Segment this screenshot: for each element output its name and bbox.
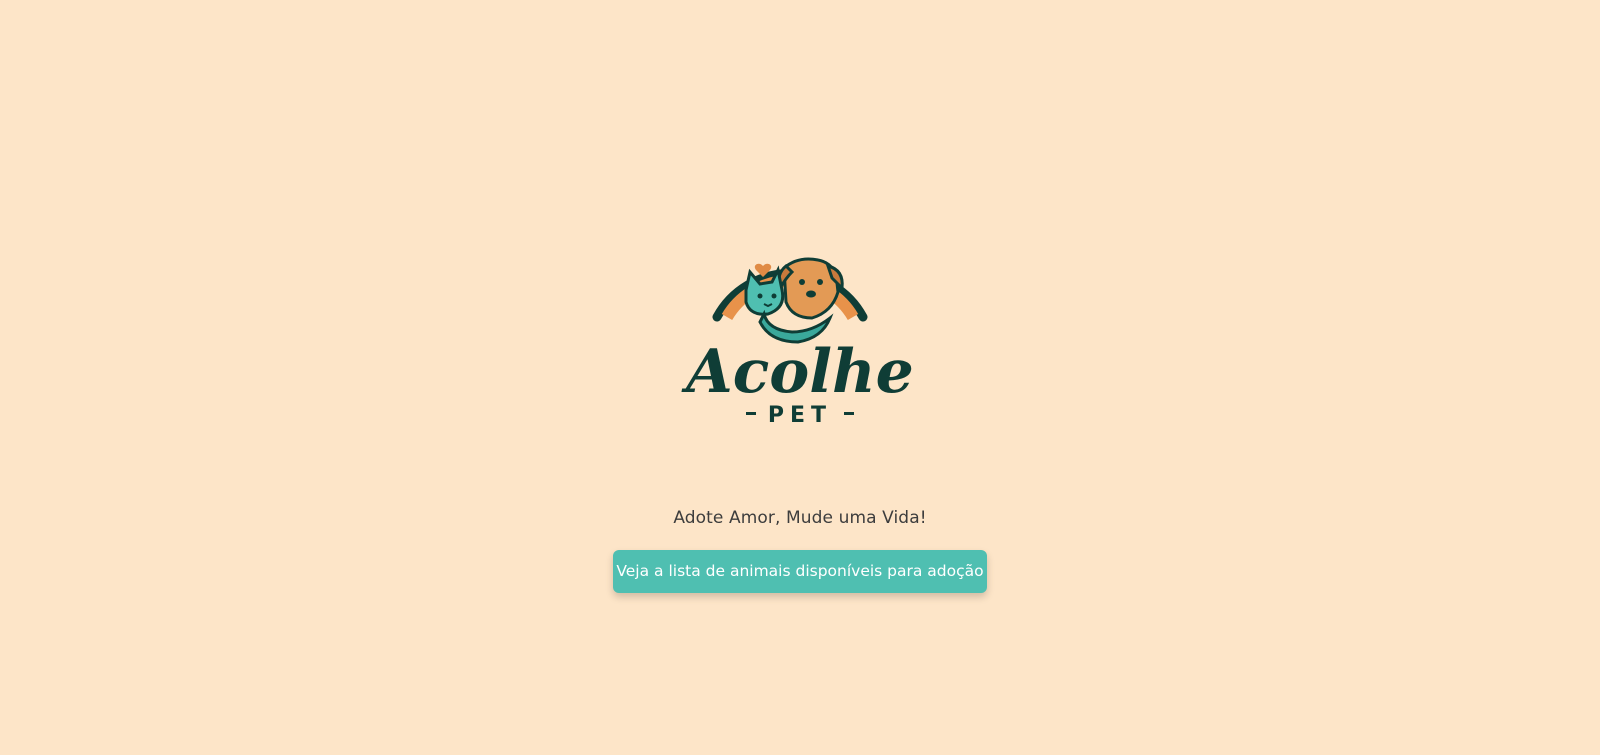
logo-graphic: Acolhe PET bbox=[681, 257, 914, 427]
brand-name: Acolhe bbox=[681, 337, 914, 407]
brand-subtitle: PET bbox=[768, 403, 832, 427]
landing-page: Acolhe PET Adote Amor, Mude uma Vida! Ve… bbox=[0, 0, 1600, 755]
acolhe-pet-logo: Acolhe PET bbox=[680, 222, 920, 427]
dog-icon bbox=[777, 257, 844, 320]
dash-left-icon bbox=[746, 412, 756, 415]
dash-right-icon bbox=[844, 412, 854, 415]
hero-tagline: Adote Amor, Mude uma Vida! bbox=[673, 508, 927, 528]
view-animals-button[interactable]: Veja a lista de animais disponíveis para… bbox=[613, 550, 987, 593]
